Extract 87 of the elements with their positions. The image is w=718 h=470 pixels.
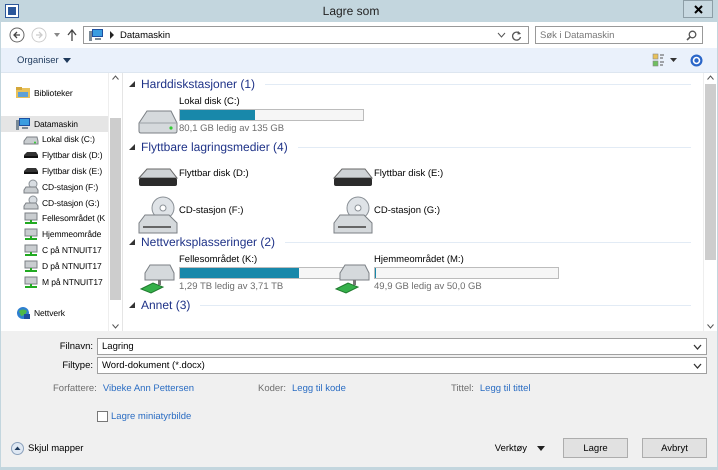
caret-icon: [537, 446, 545, 450]
filename-field[interactable]: Lagring: [97, 338, 707, 355]
meta-label: Tittel:: [451, 383, 474, 396]
dialog-button[interactable]: Avbryt: [642, 438, 707, 458]
meta-label: Forfattere:: [53, 383, 97, 396]
search-field[interactable]: Søk i Datamaskin: [535, 26, 703, 44]
drive-icon: [332, 168, 374, 187]
free-space-text: 1,29 TB ledig av 3,71 TB: [179, 281, 284, 292]
dropdown-icon: [693, 362, 702, 368]
collapse-icon[interactable]: [129, 239, 135, 245]
scroll-down-icon: [112, 324, 119, 329]
word-logo-icon: [5, 4, 19, 18]
sidebar-item[interactable]: Nettverk: [1, 306, 108, 322]
collapse-icon[interactable]: [129, 302, 135, 308]
free-space-text: 49,9 GB ledig av 50,0 GB: [374, 281, 483, 292]
collapse-icon[interactable]: [129, 81, 135, 87]
field-label: Filtype:: [61, 360, 94, 371]
drive-name[interactable]: Fellesområdet (K:): [179, 254, 364, 265]
collapse-icon[interactable]: [129, 144, 135, 150]
free-space-text: 80,1 GB ledig av 135 GB: [179, 123, 286, 134]
network-drive-icon: [23, 258, 39, 274]
group-heading[interactable]: Flyttbare lagringsmedier (4): [141, 140, 288, 154]
network-drive-icon: [23, 226, 39, 242]
address-text: Datamaskin: [120, 30, 170, 40]
network-icon: [15, 305, 31, 322]
sidebar-item[interactable]: CD-stasjon (G:): [1, 194, 108, 211]
sidebar-item[interactable]: M på NTNUIT17: [1, 274, 108, 290]
dialog-button[interactable]: Lagre: [563, 438, 628, 458]
filetype-dropdown[interactable]: Word-dokument (*.docx): [97, 357, 707, 374]
meta-link[interactable]: Vibeke Ann Pettersen: [102, 383, 194, 397]
drive-icon: [23, 151, 39, 160]
sidebar-item[interactable]: Flyttbar disk (E:): [1, 163, 108, 179]
sidebar-item[interactable]: Fellesområdet (K: [1, 210, 108, 226]
sidebar-item[interactable]: D på NTNUIT17: [1, 258, 108, 274]
computer-icon: [88, 27, 104, 43]
scroll-up-icon: [707, 75, 714, 80]
drive-name[interactable]: Lokal disk (C:): [179, 96, 364, 107]
drive-name[interactable]: CD-stasjon (G:): [374, 204, 440, 216]
refresh-icon[interactable]: [511, 30, 522, 40]
scroll-down-icon: [707, 324, 714, 329]
drive-icon: [23, 167, 39, 176]
checkbox[interactable]: [97, 411, 108, 422]
close-button[interactable]: [683, 0, 713, 18]
meta-link[interactable]: Legg til kode: [292, 383, 346, 397]
meta-link[interactable]: Legg til tittel: [480, 383, 531, 397]
network-drive-icon: [23, 242, 39, 258]
close-icon: [694, 4, 702, 14]
group-heading[interactable]: Nettverksplasseringer (2): [141, 235, 276, 249]
up-arrow-icon[interactable]: [67, 29, 77, 41]
organise-button[interactable]: Organiser: [15, 52, 73, 68]
sidebar-item[interactable]: CD-stasjon (F:): [1, 178, 108, 195]
computer-icon: [15, 116, 31, 132]
search-icon: [686, 30, 697, 41]
group-heading[interactable]: Annet (3): [141, 298, 190, 312]
drive-name[interactable]: CD-stasjon (F:): [179, 204, 244, 216]
sidebar-item[interactable]: Biblioteker: [1, 85, 108, 101]
sidebar-item[interactable]: C på NTNUIT17: [1, 242, 108, 258]
network-drive-icon: [23, 274, 39, 290]
sidebar-item[interactable]: Hjemmeområde: [1, 226, 108, 242]
field-label: Filnavn:: [58, 341, 94, 352]
window-title: Lagre som: [322, 4, 380, 18]
caret-icon: [62, 58, 71, 62]
scrollbar[interactable]: [108, 73, 122, 331]
dropdown-icon[interactable]: [497, 32, 506, 38]
meta-label: Koder:: [258, 383, 286, 396]
checkbox-label[interactable]: Lagre miniatyrbilde: [111, 411, 192, 422]
address-bar[interactable]: Datamaskin: [83, 26, 529, 44]
caret-icon[interactable]: [53, 32, 61, 38]
scroll-up-icon: [112, 75, 119, 80]
drive-name[interactable]: Flyttbar disk (D:): [179, 168, 249, 178]
chevron-icon: [109, 31, 115, 39]
tools-button[interactable]: Verktøy: [490, 442, 549, 454]
collapse-up-icon: [11, 442, 24, 454]
group-heading[interactable]: Harddiskstasjoner (1): [141, 77, 256, 91]
dropdown-icon: [693, 344, 702, 350]
drive-icon: [137, 168, 179, 187]
sidebar-item[interactable]: Datamaskin: [1, 116, 108, 132]
network-drive-icon: [23, 210, 39, 226]
drive-name[interactable]: Flyttbar disk (E:): [374, 168, 444, 178]
scrollbar[interactable]: [703, 73, 717, 331]
folder-icon: [15, 84, 31, 101]
drive-name[interactable]: Hjemmeområdet (M:): [374, 254, 559, 265]
hide-folders-button[interactable]: Skjul mapper: [11, 442, 84, 454]
view-options-icon[interactable]: [652, 53, 678, 67]
sidebar-item[interactable]: Lokal disk (C:): [1, 132, 108, 148]
back-icon[interactable]: [9, 27, 25, 43]
sidebar-item[interactable]: Flyttbar disk (D:): [1, 147, 108, 164]
